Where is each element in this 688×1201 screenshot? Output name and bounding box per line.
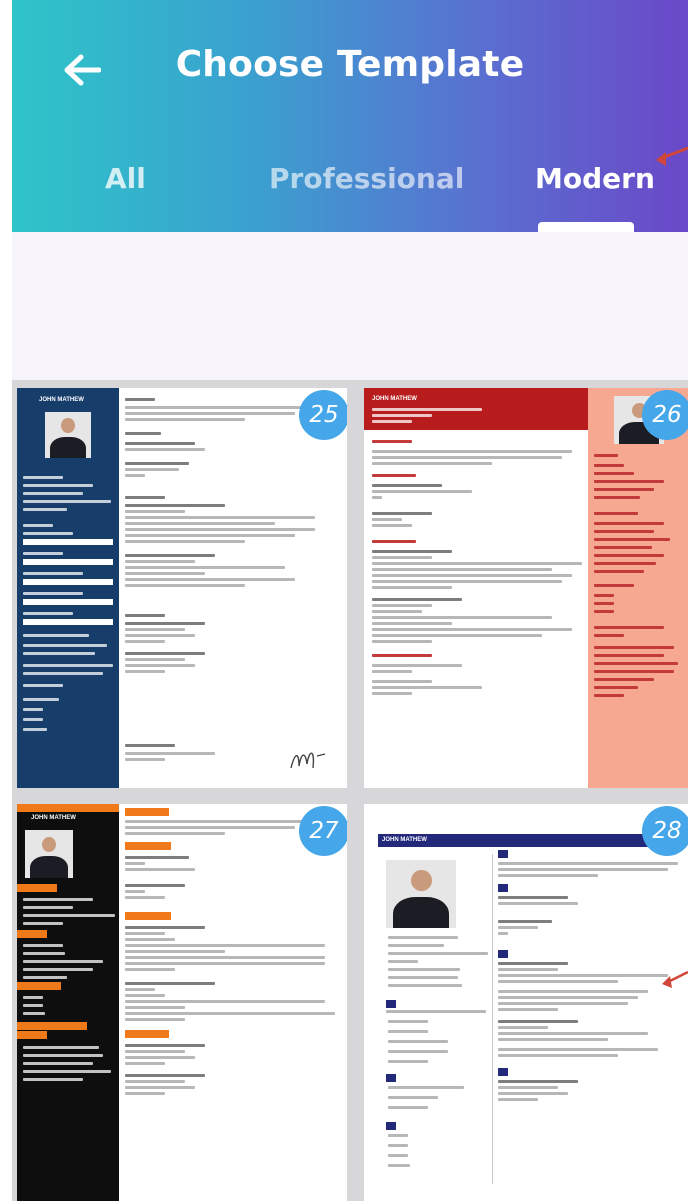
template-sidebar: JOHN MATHEW	[17, 804, 119, 1201]
template-grid: JOHN MATHEW 25 JOHN MATHEW 26 JOHN MATHE…	[12, 380, 688, 1201]
tab-all[interactable]: All	[105, 162, 146, 195]
resume-photo	[45, 412, 91, 458]
resume-name: JOHN MATHEW	[382, 837, 427, 843]
template-header-band: JOHN MATHEW	[378, 834, 684, 847]
resume-name: JOHN MATHEW	[372, 396, 417, 402]
template-card-27[interactable]: JOHN MATHEW 27	[17, 804, 347, 1201]
resume-photo	[386, 860, 456, 928]
template-number-badge: 25	[299, 390, 347, 440]
pointer-arrow-icon	[662, 970, 688, 988]
template-number-badge: 26	[642, 390, 688, 440]
tab-indicator	[538, 222, 634, 232]
signature-icon	[290, 752, 326, 769]
template-sidebar	[588, 388, 688, 788]
pointer-arrow-icon	[656, 146, 688, 166]
template-header-band: JOHN MATHEW	[364, 388, 588, 430]
app-header: Choose Template All Professional Modern	[12, 0, 688, 232]
template-tabs: All Professional Modern	[12, 150, 688, 232]
resume-photo	[25, 830, 73, 878]
tab-professional[interactable]: Professional	[269, 162, 464, 195]
template-number-badge: 28	[642, 806, 688, 856]
tab-modern[interactable]: Modern	[535, 162, 655, 195]
template-card-25[interactable]: JOHN MATHEW 25	[17, 388, 347, 788]
page-title: Choose Template	[175, 44, 525, 85]
resume-name: JOHN MATHEW	[39, 397, 84, 403]
template-sidebar: JOHN MATHEW	[17, 388, 119, 788]
template-number-badge: 27	[299, 806, 347, 856]
template-card-28[interactable]: JOHN MATHEW 28	[364, 804, 688, 1201]
tab-content-spacer	[12, 232, 688, 380]
template-card-26[interactable]: JOHN MATHEW 26	[364, 388, 688, 788]
resume-name: JOHN MATHEW	[31, 815, 76, 821]
